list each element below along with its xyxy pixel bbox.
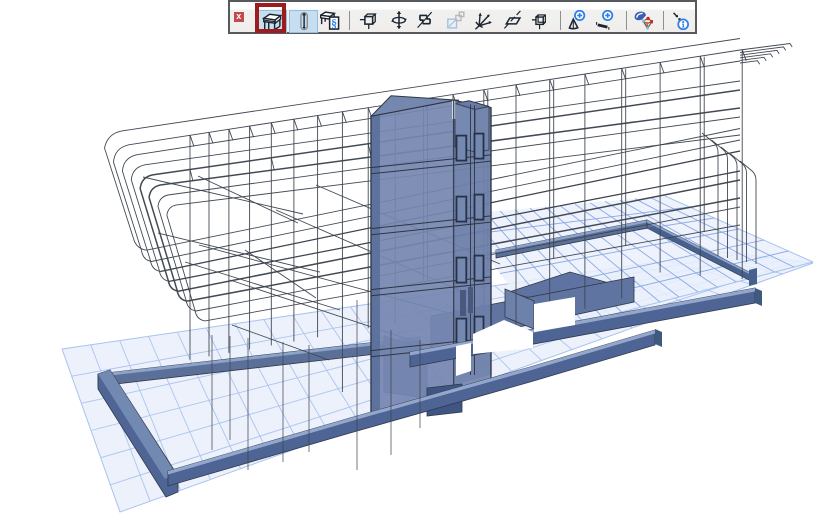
svg-text:§: § — [331, 17, 337, 30]
